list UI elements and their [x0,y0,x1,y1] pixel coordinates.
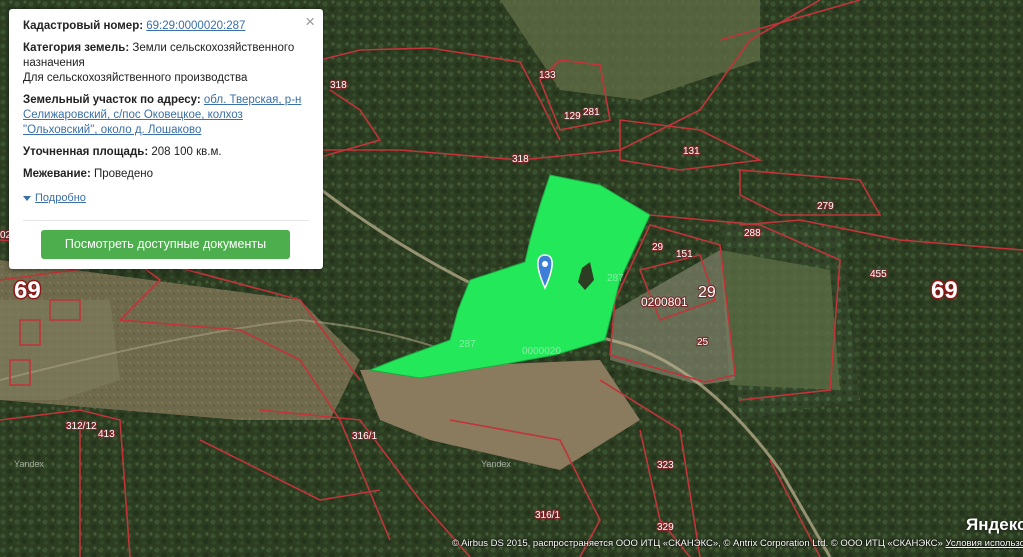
yandex-logo: Яндекс [966,515,1023,534]
plot-label: 131 [683,146,700,157]
plot-label: 329 [657,522,674,533]
plot-label: 29 [652,242,664,253]
plot-label: 129 [564,111,581,122]
plot-label: 151 [676,249,693,260]
survey-value: Проведено [93,168,154,180]
plot-label: 318 [512,154,529,165]
cadastral-number-label: Кадастровый номер: [23,20,144,32]
details-toggle[interactable]: Подробно [23,191,86,206]
region-label: 69 [14,277,41,304]
attribution-text: © Airbus DS 2015, распространяется ООО И… [452,538,943,549]
plot-label: 312/12 [66,421,97,432]
cadastral-number-link[interactable]: 69:29:0000020:287 [146,20,245,32]
close-icon[interactable]: × [305,13,315,31]
plot-label: 287 [607,273,624,284]
plot-label: 25 [697,337,709,348]
view-documents-button[interactable]: Посмотреть доступные документы [41,230,290,259]
area-label: Уточненная площадь: [23,146,149,158]
land-category-label: Категория земель: [23,42,130,54]
selected-parcel-label: 0000020 [522,346,561,357]
survey-row: Межевание: Проведено [23,167,309,182]
plot-label: 279 [817,201,834,212]
plot-label: 288 [744,228,761,239]
map-attribution: © Airbus DS 2015, распространяется ООО И… [452,538,1023,549]
region-label: 69 [931,277,958,304]
land-purpose-value: Для сельскохозяйственного производства [23,72,248,84]
plot-label: 413 [98,429,115,440]
address-label: Земельный участок по адресу: [23,94,201,106]
plot-label: 29 [698,284,716,301]
parcel-info-popup: × Кадастровый номер: 69:29:0000020:287 К… [9,9,323,269]
plot-label: 287 [459,339,476,350]
details-link[interactable]: Подробно [35,191,86,206]
cadastral-number-row: Кадастровый номер: 69:29:0000020:287 [23,19,309,34]
map-watermark: Yandex [14,459,44,469]
survey-label: Межевание: [23,168,91,180]
plot-label: 323 [657,460,674,471]
plot-label: 133 [539,70,556,81]
area-value: 208 100 кв.м. [151,146,222,158]
plot-label: 316/1 [352,431,377,442]
plot-label: 0200801 [641,295,688,309]
address-row: Земельный участок по адресу: обл. Тверск… [23,93,309,138]
terms-link[interactable]: Условия использования [945,538,1023,549]
plot-label: 281 [583,107,600,118]
popup-divider [23,220,309,221]
land-category-row: Категория земель: Земли сельскохозяйстве… [23,41,309,86]
plot-label: 318 [330,80,347,91]
map-watermark: Yandex [481,459,511,469]
plot-label: 455 [870,269,887,280]
plot-label: 316/1 [535,510,560,521]
area-row: Уточненная площадь: 208 100 кв.м. [23,145,309,160]
field-east [720,250,840,390]
chevron-down-icon [23,196,31,201]
